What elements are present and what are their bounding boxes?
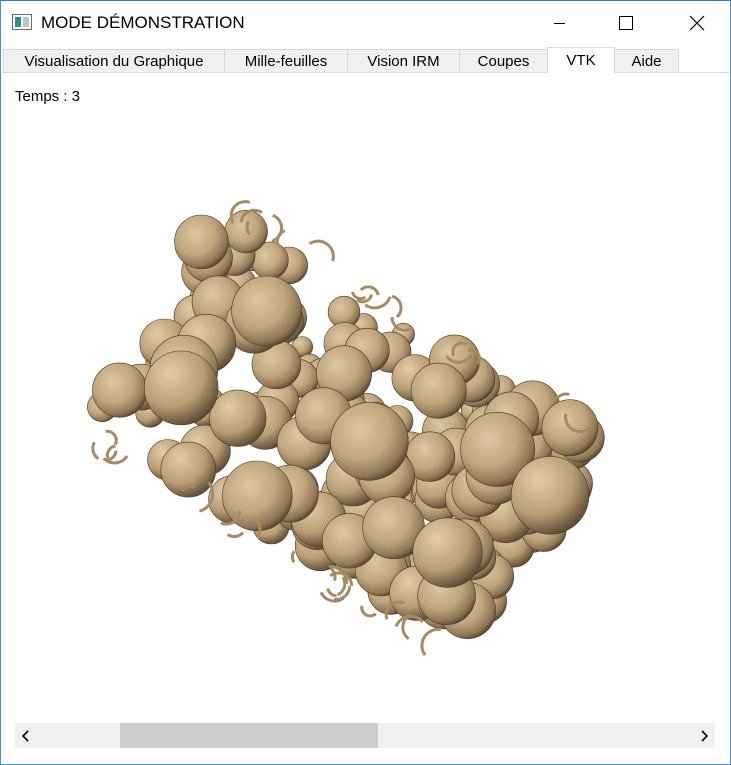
close-button[interactable] [674, 1, 720, 45]
particle-sphere [174, 214, 229, 270]
app-window: MODE DÉMONSTRATION Visualisation du Grap… [0, 0, 731, 765]
particle-fragment [105, 429, 118, 446]
particle-fragment [326, 588, 337, 598]
particle-fragment [226, 531, 245, 538]
tab-coupes[interactable]: Coupes [459, 49, 548, 72]
particle-fragment [351, 291, 367, 301]
particle-fragment [420, 627, 442, 656]
particle-sphere [231, 275, 302, 347]
minimize-icon [554, 23, 565, 24]
tab-mille-feuilles[interactable]: Mille-feuilles [224, 49, 348, 72]
particle-sphere [160, 441, 217, 498]
particle-fragment [391, 294, 403, 319]
title-bar[interactable]: MODE DÉMONSTRATION [1, 1, 730, 45]
particle-fragment [556, 392, 570, 400]
tab-visualisation-graphique[interactable]: Visualisation du Graphique [3, 49, 225, 72]
maximize-button[interactable] [603, 1, 649, 45]
particle-sphere [143, 350, 219, 426]
scroll-right-button[interactable] [693, 723, 715, 748]
particle-fragment [290, 550, 296, 564]
particle-sphere [410, 362, 467, 419]
particle-sphere [330, 402, 409, 481]
tab-bar: Visualisation du Graphique Mille-feuille… [2, 47, 729, 73]
vtk-render-view[interactable] [2, 73, 729, 713]
particle-fragment [360, 605, 377, 618]
chevron-left-icon [21, 729, 29, 742]
close-icon [689, 15, 705, 31]
tab-vtk[interactable]: VTK [547, 47, 615, 73]
particle-sphere [209, 389, 267, 447]
particle-fragment [308, 239, 335, 262]
scroll-left-button[interactable] [15, 723, 37, 748]
tab-aide[interactable]: Aide [614, 49, 679, 72]
chevron-right-icon [701, 729, 709, 742]
maximize-icon [619, 16, 633, 30]
window-title: MODE DÉMONSTRATION [41, 13, 245, 32]
particle-fragment [359, 285, 380, 296]
particle-cylinder [87, 200, 605, 656]
app-window-icon [12, 14, 32, 30]
temps-label: Temps : 3 [15, 88, 81, 105]
particle-fragment [336, 576, 347, 597]
vtk-tab-panel: Temps : 3 [2, 73, 729, 763]
tab-vision-irm[interactable]: Vision IRM [347, 49, 460, 72]
horizontal-scrollbar[interactable] [15, 723, 715, 748]
scrollbar-thumb[interactable] [120, 723, 378, 748]
particle-fragment [91, 441, 100, 461]
particle-fragment [394, 614, 424, 628]
particle-sphere [412, 517, 483, 588]
particle-fragment [271, 213, 284, 243]
particle-sphere [510, 456, 590, 535]
minimize-button[interactable] [537, 1, 583, 45]
particle-sphere [92, 362, 148, 418]
